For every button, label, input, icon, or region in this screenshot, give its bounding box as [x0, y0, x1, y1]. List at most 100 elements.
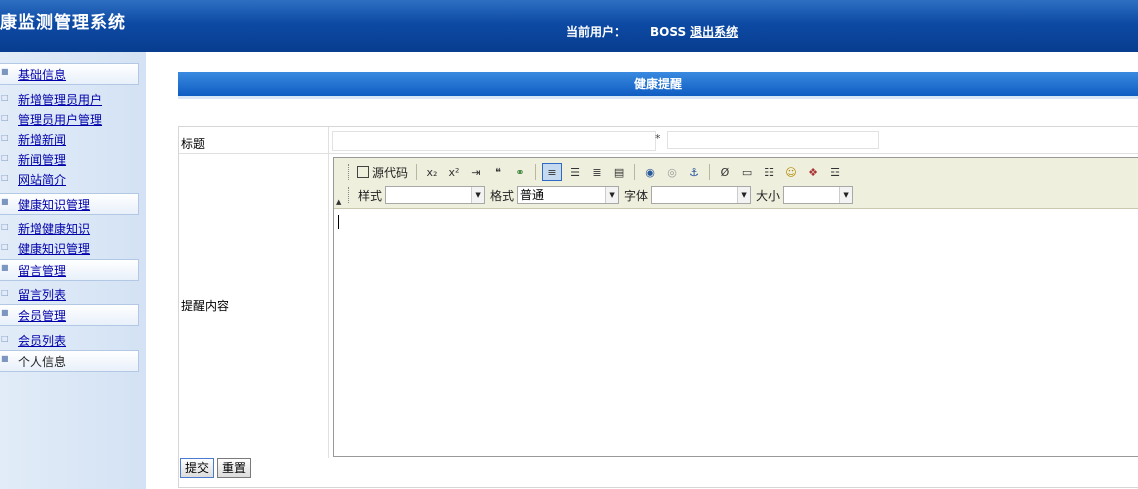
sidebar-item-label: 新增管理员用户: [18, 93, 103, 107]
toolbar-separator: [634, 164, 636, 180]
bullet-icon: □: [1, 288, 9, 297]
bullet-icon: □: [1, 222, 9, 231]
sidebar-section-label: 会员管理: [18, 309, 67, 323]
source-button[interactable]: 源代码: [357, 163, 410, 181]
sidebar-item-add-health-knowledge[interactable]: □ 新增健康知识: [0, 219, 138, 237]
sidebar-section-label: 留言管理: [18, 264, 67, 278]
title-field-extension: [667, 131, 879, 149]
chevron-down-icon: ▼: [605, 187, 619, 203]
sidebar-item-admin-manage[interactable]: □ 管理员用户管理: [0, 110, 138, 128]
source-icon: [357, 166, 369, 178]
main-content: 健康提醒 标题 * 提醒内容 ▲ 源代码 x₂ x² ⇥ ❝ ⚭ ≡ ☰ ≣ ▤…: [146, 52, 1138, 489]
bullet-icon: □: [1, 153, 9, 162]
chevron-down-icon: ▼: [839, 187, 853, 203]
sidebar-section-message[interactable]: ■ 留言管理: [0, 259, 139, 281]
reset-button[interactable]: 重置: [217, 458, 252, 478]
horizontal-rule-icon[interactable]: ☷: [760, 163, 778, 181]
reminder-form: 标题 * 提醒内容 ▲ 源代码 x₂ x² ⇥ ❝ ⚭ ≡ ☰ ≣ ▤ ◉ ◎ …: [178, 126, 1138, 488]
bullet-icon: ■: [1, 354, 9, 363]
submit-button[interactable]: 提交: [180, 458, 215, 478]
format-label: 格式: [490, 188, 515, 203]
align-left-icon[interactable]: ≡: [542, 163, 563, 181]
align-center-icon[interactable]: ☰: [566, 163, 584, 181]
superscript-icon[interactable]: x²: [445, 163, 463, 181]
toolbar-grip: [348, 187, 351, 203]
sidebar-item-label: 网站简介: [18, 173, 67, 187]
toolbar-grip: [348, 164, 351, 180]
current-user-name: BOSS: [650, 25, 687, 39]
sidebar-item-news-manage[interactable]: □ 新闻管理: [0, 150, 138, 168]
sidebar-section-personal-info[interactable]: ■ 个人信息: [0, 350, 139, 372]
chevron-down-icon: ▼: [737, 187, 751, 203]
title-label: 标题: [181, 137, 206, 151]
toolbar-row-1: 源代码 x₂ x² ⇥ ❝ ⚭ ≡ ☰ ≣ ▤ ◉ ◎ ⚓ Ø ▭ ☷ ☺ ❖ …: [348, 162, 846, 182]
align-justify-icon[interactable]: ▤: [610, 163, 628, 181]
blockquote-icon[interactable]: ❝: [489, 163, 507, 181]
sidebar-item-label: 新闻管理: [18, 153, 67, 167]
bullet-icon: ■: [1, 263, 9, 272]
sidebar-section-member[interactable]: ■ 会员管理: [0, 304, 139, 326]
app-header: 康监测管理系统 当前用户： BOSS 退出系统: [0, 0, 1138, 52]
sidebar-item-health-knowledge-manage[interactable]: □ 健康知识管理: [0, 239, 138, 257]
app-title: 康监测管理系统: [0, 13, 126, 33]
column-divider: [328, 127, 329, 458]
source-button-label: 源代码: [372, 165, 409, 180]
subscript-icon[interactable]: x₂: [423, 163, 441, 181]
image-icon[interactable]: ◉: [641, 163, 659, 181]
sidebar-item-add-admin[interactable]: □ 新增管理员用户: [0, 90, 138, 108]
font-select[interactable]: ▼: [651, 186, 752, 204]
required-mark: *: [655, 132, 661, 145]
sidebar-section-basic-info[interactable]: ■ 基础信息: [0, 63, 139, 85]
style-select[interactable]: ▼: [385, 186, 486, 204]
user-bar: 当前用户： BOSS 退出系统: [566, 23, 738, 40]
current-user-label: 当前用户：: [566, 25, 627, 39]
editor-content-area[interactable]: [334, 209, 1138, 456]
sidebar-section-label: 健康知识管理: [18, 198, 91, 212]
format-select-value: 普通: [520, 188, 545, 202]
toolbar-separator: [535, 164, 537, 180]
title-input[interactable]: [332, 131, 656, 151]
align-right-icon[interactable]: ≣: [588, 163, 606, 181]
rich-text-editor: ▲ 源代码 x₂ x² ⇥ ❝ ⚭ ≡ ☰ ≣ ▤ ◉ ◎ ⚓ Ø ▭ ☷ ☺ …: [333, 157, 1138, 457]
text-caret: [338, 215, 339, 229]
toolbar-collapse-icon[interactable]: ▲: [336, 198, 341, 206]
sidebar-item-add-news[interactable]: □ 新增新闻: [0, 130, 138, 148]
indent-icon[interactable]: ⇥: [467, 163, 485, 181]
chevron-down-icon: ▼: [471, 187, 485, 203]
smiley-icon[interactable]: ☺: [782, 163, 800, 181]
sidebar-item-site-intro[interactable]: □ 网站简介: [0, 170, 138, 188]
toolbar-separator: [416, 164, 418, 180]
flash-icon[interactable]: ◎: [663, 163, 681, 181]
style-label: 样式: [358, 188, 383, 203]
insert-object-icon[interactable]: ❖: [804, 163, 822, 181]
logout-link[interactable]: 退出系统: [690, 25, 738, 39]
table-icon[interactable]: ▭: [738, 163, 756, 181]
bullet-icon: ■: [1, 197, 9, 206]
sidebar-item-label: 健康知识管理: [18, 242, 91, 256]
editor-toolbar: ▲ 源代码 x₂ x² ⇥ ❝ ⚭ ≡ ☰ ≣ ▤ ◉ ◎ ⚓ Ø ▭ ☷ ☺ …: [334, 158, 1138, 209]
sidebar-section-label: 个人信息: [18, 355, 67, 369]
link-icon[interactable]: ⚭: [511, 163, 529, 181]
sidebar-section-label: 基础信息: [18, 68, 67, 82]
content-label: 提醒内容: [181, 299, 230, 313]
sidebar-item-message-list[interactable]: □ 留言列表: [0, 285, 138, 303]
size-select[interactable]: ▼: [783, 186, 854, 204]
bullet-icon: □: [1, 133, 9, 142]
sidebar-item-label: 留言列表: [18, 288, 67, 302]
bullet-icon: ■: [1, 67, 9, 76]
size-label: 大小: [756, 188, 781, 203]
format-select[interactable]: 普通 ▼: [517, 186, 620, 204]
bullet-icon: □: [1, 173, 9, 182]
sidebar-item-label: 新增新闻: [18, 133, 67, 147]
sidebar-item-label: 新增健康知识: [18, 222, 91, 236]
special-char-icon[interactable]: Ø: [716, 163, 734, 181]
toolbar-separator: [709, 164, 711, 180]
bullet-icon: ■: [1, 308, 9, 317]
sidebar-item-member-list[interactable]: □ 会员列表: [0, 331, 138, 349]
toolbar-row-2: 样式 ▼ 格式 普通 ▼ 字体 ▼ 大小 ▼: [348, 185, 855, 205]
sidebar-section-health-knowledge[interactable]: ■ 健康知识管理: [0, 193, 139, 215]
anchor-icon[interactable]: ⚓: [685, 163, 703, 181]
page-break-icon[interactable]: ☲: [826, 163, 844, 181]
row-divider: [179, 153, 1138, 154]
font-label: 字体: [624, 188, 649, 203]
